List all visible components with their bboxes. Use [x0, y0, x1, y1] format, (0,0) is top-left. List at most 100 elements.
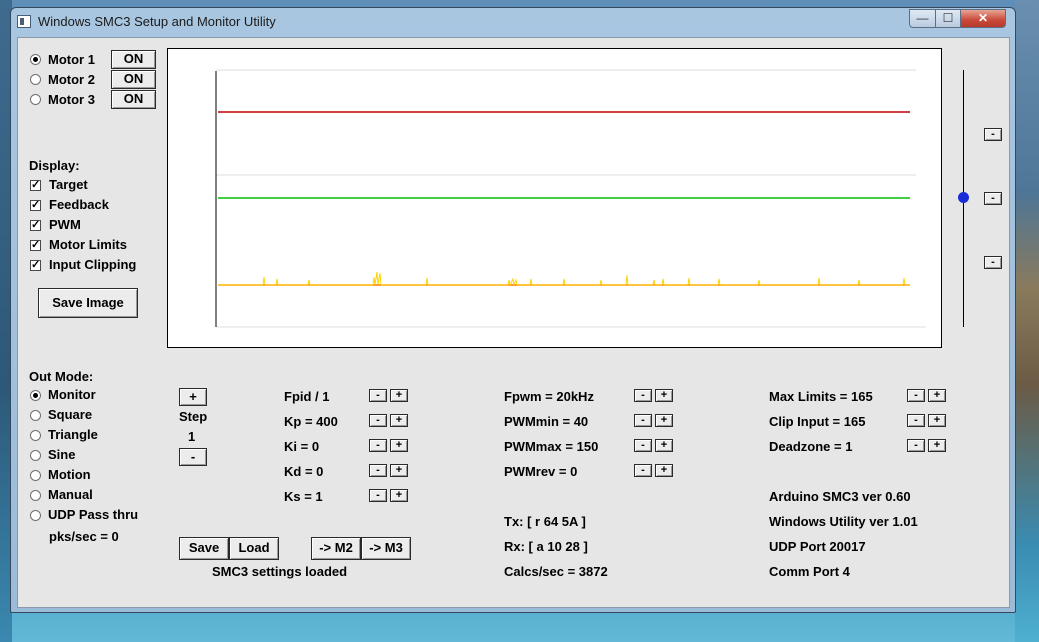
pwmrev-plus-button[interactable]: +	[655, 464, 673, 477]
ks-plus-button[interactable]: +	[390, 489, 408, 502]
scale-slider-thumb[interactable]	[958, 192, 969, 203]
pwmrev-label: PWMrev = 0	[504, 464, 578, 479]
motor-limits-label: Motor Limits	[49, 237, 127, 252]
target-checkbox[interactable]: ✓	[30, 180, 41, 191]
load-button[interactable]: Load	[229, 537, 279, 560]
ks-label: Ks = 1	[284, 489, 323, 504]
scale-bottom-minus-button[interactable]: -	[984, 256, 1002, 269]
display-heading: Display:	[29, 158, 80, 173]
motor-2-label: Motor 2	[48, 72, 95, 87]
manual-label: Manual	[48, 487, 93, 502]
max-limits-plus-button[interactable]: +	[928, 389, 946, 402]
fpwm-plus-button[interactable]: +	[655, 389, 673, 402]
plot-area	[167, 48, 942, 348]
manual-radio[interactable]	[30, 490, 41, 501]
ki-minus-button[interactable]: -	[369, 439, 387, 452]
sine-radio[interactable]	[30, 450, 41, 461]
kd-plus-button[interactable]: +	[390, 464, 408, 477]
square-label: Square	[48, 407, 93, 422]
ks-minus-button[interactable]: -	[369, 489, 387, 502]
pwm-trace	[218, 271, 910, 287]
pwmmin-label: PWMmin = 40	[504, 414, 589, 429]
title-bar[interactable]: Windows SMC3 Setup and Monitor Utility —…	[11, 8, 1015, 38]
pks-per-sec: pks/sec = 0	[49, 529, 119, 544]
tx-status: Tx: [ r 64 5A ]	[504, 514, 586, 529]
maximize-button[interactable]: ☐	[935, 9, 961, 28]
fpwm-minus-button[interactable]: -	[634, 389, 652, 402]
ki-plus-button[interactable]: +	[390, 439, 408, 452]
clip-input-plus-button[interactable]: +	[928, 414, 946, 427]
motor-3-label: Motor 3	[48, 92, 95, 107]
minimize-button[interactable]: —	[909, 9, 936, 28]
fpid-minus-button[interactable]: -	[369, 389, 387, 402]
scale-middle-minus-button[interactable]: -	[984, 192, 1002, 205]
step-minus-button[interactable]: -	[179, 448, 207, 466]
udp-pass-thru-label: UDP Pass thru	[48, 507, 139, 522]
pwm-label: PWM	[49, 217, 81, 232]
kd-minus-button[interactable]: -	[369, 464, 387, 477]
motor-2-radio[interactable]	[30, 74, 41, 85]
monitor-label: Monitor	[48, 387, 96, 402]
triangle-label: Triangle	[48, 427, 98, 442]
motor-3-radio[interactable]	[30, 94, 41, 105]
feedback-checkbox[interactable]: ✓	[30, 200, 41, 211]
step-plus-button[interactable]: +	[179, 388, 207, 406]
plot-svg	[215, 69, 926, 328]
pwmmin-plus-button[interactable]: +	[655, 414, 673, 427]
udp-pass-thru-radio[interactable]	[30, 510, 41, 521]
fpwm-label: Fpwm = 20kHz	[504, 389, 594, 404]
desktop-right-edge	[1015, 0, 1039, 642]
motor-1-on-button[interactable]: ON	[111, 50, 156, 69]
save-button[interactable]: Save	[179, 537, 229, 560]
ki-label: Ki = 0	[284, 439, 320, 454]
pwm-checkbox[interactable]: ✓	[30, 220, 41, 231]
deadzone-label: Deadzone = 1	[769, 439, 853, 454]
save-image-button[interactable]: Save Image	[38, 288, 138, 318]
settings-status: SMC3 settings loaded	[212, 564, 348, 579]
fpid-plus-button[interactable]: +	[390, 389, 408, 402]
copy-to-m3-button[interactable]: -> M3	[361, 537, 411, 560]
sine-label: Sine	[48, 447, 76, 462]
rx-status: Rx: [ a 10 28 ]	[504, 539, 588, 554]
pwmmax-label: PWMmax = 150	[504, 439, 599, 454]
pwmrev-minus-button[interactable]: -	[634, 464, 652, 477]
kp-minus-button[interactable]: -	[369, 414, 387, 427]
client-area: Motor 1 ON Motor 2 ON Motor 3 ON Display…	[17, 37, 1010, 608]
window-title: Windows SMC3 Setup and Monitor Utility	[38, 14, 276, 29]
fpid-label: Fpid / 1	[284, 389, 330, 404]
arduino-version: Arduino SMC3 ver 0.60	[769, 489, 911, 504]
triangle-radio[interactable]	[30, 430, 41, 441]
deadzone-minus-button[interactable]: -	[907, 439, 925, 452]
kp-plus-button[interactable]: +	[390, 414, 408, 427]
monitor-radio[interactable]	[30, 390, 41, 401]
motor-1-label: Motor 1	[48, 52, 95, 67]
app-icon[interactable]	[17, 15, 31, 28]
pwmmax-plus-button[interactable]: +	[655, 439, 673, 452]
comm-port: Comm Port 4	[769, 564, 850, 579]
copy-to-m2-button[interactable]: -> M2	[311, 537, 361, 560]
max-limits-minus-button[interactable]: -	[907, 389, 925, 402]
target-label: Target	[49, 177, 88, 192]
pwmmin-minus-button[interactable]: -	[634, 414, 652, 427]
scale-top-minus-button[interactable]: -	[984, 128, 1002, 141]
step-label: Step	[179, 409, 208, 424]
close-button[interactable]: ✕	[960, 9, 1006, 28]
motor-3-on-button[interactable]: ON	[111, 90, 156, 109]
utility-version: Windows Utility ver 1.01	[769, 514, 918, 529]
udp-port: UDP Port 20017	[769, 539, 866, 554]
motor-1-radio[interactable]	[30, 54, 41, 65]
pwmmax-minus-button[interactable]: -	[634, 439, 652, 452]
feedback-label: Feedback	[49, 197, 109, 212]
input-clipping-checkbox[interactable]: ✓	[30, 260, 41, 271]
motor-2-on-button[interactable]: ON	[111, 70, 156, 89]
out-mode-heading: Out Mode:	[29, 369, 94, 384]
motion-label: Motion	[48, 467, 91, 482]
kp-label: Kp = 400	[284, 414, 338, 429]
motor-limits-checkbox[interactable]: ✓	[30, 240, 41, 251]
deadzone-plus-button[interactable]: +	[928, 439, 946, 452]
square-radio[interactable]	[30, 410, 41, 421]
input-clipping-label: Input Clipping	[49, 257, 137, 272]
motion-radio[interactable]	[30, 470, 41, 481]
kd-label: Kd = 0	[284, 464, 324, 479]
clip-input-minus-button[interactable]: -	[907, 414, 925, 427]
